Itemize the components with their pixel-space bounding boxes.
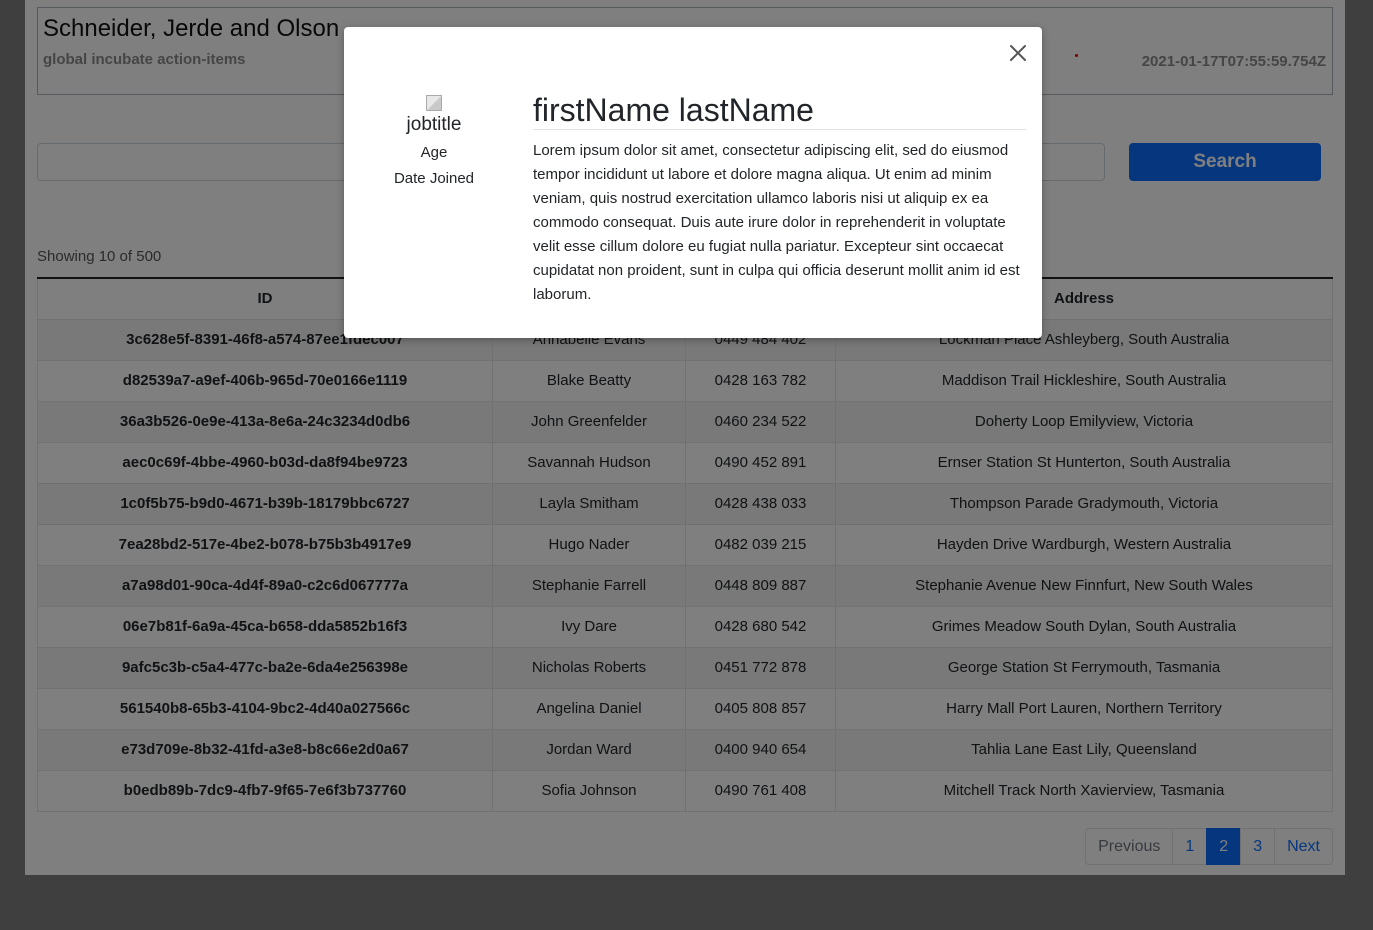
job-title: jobtitle: [406, 114, 462, 135]
profile-column: jobtitle Age Date Joined: [374, 95, 494, 189]
user-detail-modal: jobtitle Age Date Joined firstName lastN…: [344, 27, 1042, 338]
close-icon[interactable]: [1004, 39, 1032, 67]
modal-bio: Lorem ipsum dolor sit amet, consectetur …: [533, 142, 1020, 303]
broken-image-icon: [426, 95, 442, 111]
modal-user-name: firstName lastName: [533, 91, 1026, 130]
age-label: Age: [420, 144, 448, 161]
date-joined-label: Date Joined: [393, 170, 475, 187]
